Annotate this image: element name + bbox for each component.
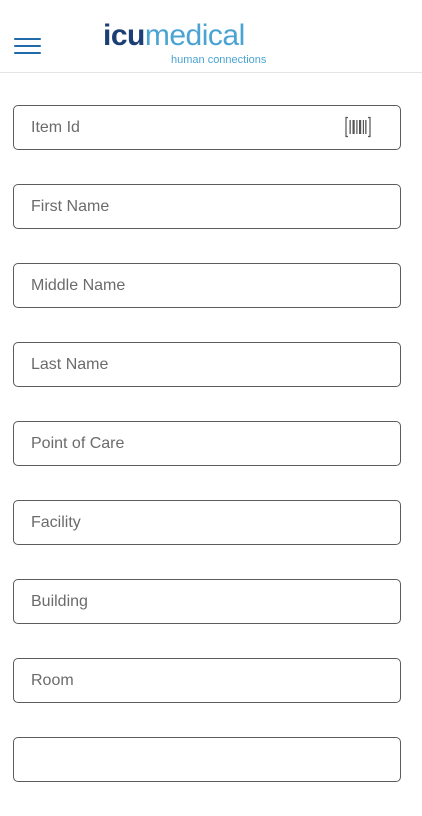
point-of-care-field [13, 421, 401, 466]
hamburger-menu-icon[interactable] [14, 38, 41, 56]
item-id-input[interactable] [31, 106, 341, 149]
partial-field [13, 737, 401, 782]
logo-wordmark: icumedical [103, 18, 245, 54]
building-input[interactable] [31, 580, 341, 623]
point-of-care-input[interactable] [31, 422, 341, 465]
facility-field [13, 500, 401, 545]
partial-field-input[interactable] [31, 738, 341, 781]
item-id-field [13, 105, 401, 150]
logo-brand-bold: icu [103, 19, 145, 52]
first-name-field [13, 184, 401, 229]
last-name-input[interactable] [31, 343, 341, 386]
room-input[interactable] [31, 659, 341, 702]
icu-medical-logo: icumedical human connections [103, 18, 273, 68]
middle-name-input[interactable] [31, 264, 341, 307]
room-field [13, 658, 401, 703]
patient-form [13, 105, 401, 816]
logo-brand-light: medical [144, 19, 245, 52]
barcode-icon[interactable] [345, 116, 371, 138]
first-name-input[interactable] [31, 185, 341, 228]
logo-tagline: human connections [171, 54, 267, 66]
last-name-field [13, 342, 401, 387]
facility-input[interactable] [31, 501, 341, 544]
app-header: icumedical human connections [0, 0, 422, 73]
building-field [13, 579, 401, 624]
middle-name-field [13, 263, 401, 308]
